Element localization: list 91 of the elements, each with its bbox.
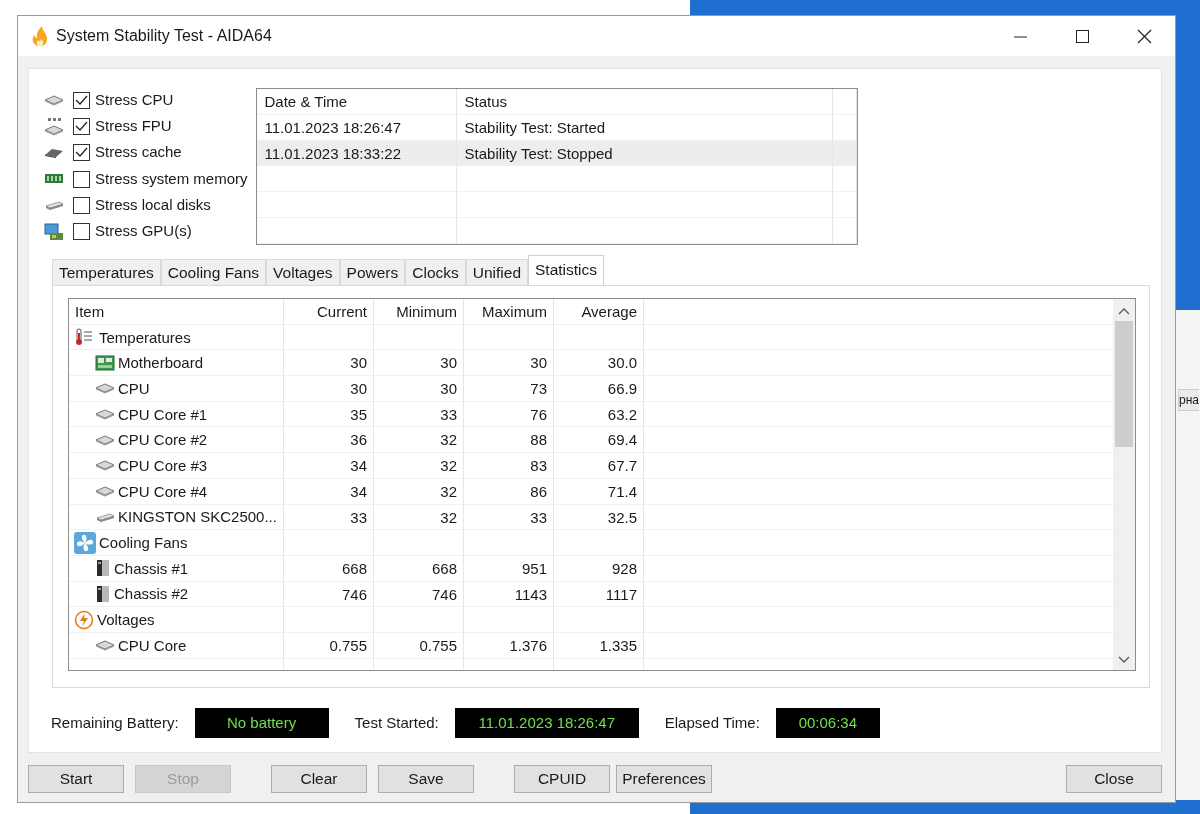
table-cell: 1.376 bbox=[464, 632, 554, 658]
button[interactable]: Clear bbox=[271, 765, 367, 793]
tab[interactable]: Statistics bbox=[528, 255, 605, 285]
button[interactable]: CPUID bbox=[514, 765, 610, 793]
status-label: Remaining Battery: bbox=[51, 712, 179, 733]
table-cell: 11.01.2023 18:26:47 bbox=[256, 114, 457, 141]
sensor-label: Motherboard bbox=[118, 353, 204, 374]
table-cell: 34 bbox=[284, 453, 374, 478]
table-cell: 1143 bbox=[464, 581, 554, 607]
table-cell: 30 bbox=[284, 350, 374, 376]
table-cell: Stability Test: Started bbox=[456, 114, 833, 141]
group-label: Temperatures bbox=[99, 327, 191, 348]
table-cell: 73 bbox=[464, 376, 554, 401]
table-cell: 30.0 bbox=[554, 350, 644, 376]
checkbox-label[interactable]: Stress CPU bbox=[95, 88, 174, 112]
group-label: Voltages bbox=[97, 610, 155, 631]
button[interactable]: Start bbox=[28, 765, 124, 793]
status-value: 00:06:34 bbox=[775, 708, 880, 738]
column-header: Item bbox=[69, 299, 284, 324]
table-cell: 83 bbox=[464, 453, 554, 478]
table-cell: 66.9 bbox=[554, 376, 644, 401]
table-cell: 32 bbox=[374, 478, 464, 504]
sensor-label: Chassis #1 bbox=[114, 558, 189, 579]
sensor-label: CPU Core #2 bbox=[118, 430, 208, 451]
table-cell: 33 bbox=[284, 504, 374, 530]
table-cell: 746 bbox=[374, 581, 464, 607]
table-cell: 88 bbox=[464, 427, 554, 453]
table-cell: 11.01.2023 18:33:22 bbox=[256, 140, 457, 167]
column-header: Current bbox=[284, 299, 374, 324]
button[interactable]: Preferences bbox=[616, 765, 712, 793]
status-value: No battery bbox=[194, 708, 329, 738]
table-cell: 86 bbox=[464, 478, 554, 504]
table-cell: 0.755 bbox=[374, 632, 464, 658]
sensor-label: CPU Core #1 bbox=[118, 404, 208, 425]
table-cell: 746 bbox=[284, 581, 374, 607]
status-value: 11.01.2023 18:26:47 bbox=[454, 708, 639, 738]
tab[interactable]: Unified bbox=[465, 259, 528, 285]
column-header: Minimum bbox=[374, 299, 464, 324]
table-cell: 69.4 bbox=[554, 427, 644, 453]
table-cell: 35 bbox=[284, 401, 374, 427]
column-header: Date & Time bbox=[256, 89, 457, 115]
sensor-label: CPU Core #4 bbox=[118, 481, 208, 502]
table-cell: 33 bbox=[374, 401, 464, 427]
table-cell: 1117 bbox=[554, 581, 644, 607]
table-cell: 668 bbox=[374, 555, 464, 581]
table-cell: 33 bbox=[464, 504, 554, 530]
button-label: рна bbox=[1178, 389, 1199, 411]
sensor-label: CPU Core bbox=[118, 635, 187, 656]
checkbox-label[interactable]: Stress system memory bbox=[95, 167, 248, 191]
window-title: System Stability Test - AIDA64 bbox=[56, 26, 272, 46]
table-cell: 1.335 bbox=[554, 632, 644, 658]
table-cell: 34 bbox=[284, 478, 374, 504]
table-cell: 32 bbox=[374, 453, 464, 478]
column-header: Maximum bbox=[464, 299, 554, 324]
table-cell: 67.7 bbox=[554, 453, 644, 478]
button[interactable]: Close bbox=[1066, 765, 1162, 793]
checkbox-label[interactable]: Stress local disks bbox=[95, 194, 211, 217]
button[interactable]: Save bbox=[378, 765, 474, 793]
table-cell: 32 bbox=[374, 427, 464, 453]
table-cell: Stability Test: Stopped bbox=[456, 140, 833, 167]
table-cell: 32 bbox=[374, 504, 464, 530]
status-label: Elapsed Time: bbox=[664, 712, 760, 733]
table-cell: 951 bbox=[464, 555, 554, 581]
column-header: Average bbox=[554, 299, 644, 324]
column-header: Status bbox=[456, 89, 833, 115]
table-cell: 76 bbox=[464, 401, 554, 427]
table-cell: 63.2 bbox=[554, 401, 644, 427]
group-label: Cooling Fans bbox=[99, 533, 188, 554]
table-cell: 32.5 bbox=[554, 504, 644, 530]
sensor-label: CPU bbox=[118, 378, 150, 399]
table-cell: 928 bbox=[554, 555, 644, 581]
tab[interactable]: Powers bbox=[339, 259, 406, 285]
table-cell: 30 bbox=[374, 376, 464, 401]
tab[interactable]: Temperatures bbox=[52, 259, 161, 285]
tab[interactable]: Clocks bbox=[405, 259, 466, 285]
table-cell: 71.4 bbox=[554, 478, 644, 504]
checkbox-label[interactable]: Stress GPU(s) bbox=[95, 220, 192, 243]
table-cell: 30 bbox=[284, 376, 374, 401]
checkbox-label[interactable]: Stress FPU bbox=[95, 115, 172, 138]
table-cell: 0.755 bbox=[284, 632, 374, 658]
table-cell: 30 bbox=[464, 350, 554, 376]
sensor-label: KINGSTON SKC2500... bbox=[118, 507, 277, 528]
checkbox-label[interactable]: Stress cache bbox=[95, 141, 182, 164]
table-cell: 30 bbox=[374, 350, 464, 376]
sensor-label: Chassis #2 bbox=[114, 584, 189, 605]
table-cell: 36 bbox=[284, 427, 374, 453]
table-cell: 668 bbox=[284, 555, 374, 581]
tab[interactable]: Voltages bbox=[266, 259, 340, 285]
status-label: Test Started: bbox=[354, 712, 439, 733]
tab[interactable]: Cooling Fans bbox=[160, 259, 267, 285]
sensor-label: CPU Core #3 bbox=[118, 455, 208, 476]
